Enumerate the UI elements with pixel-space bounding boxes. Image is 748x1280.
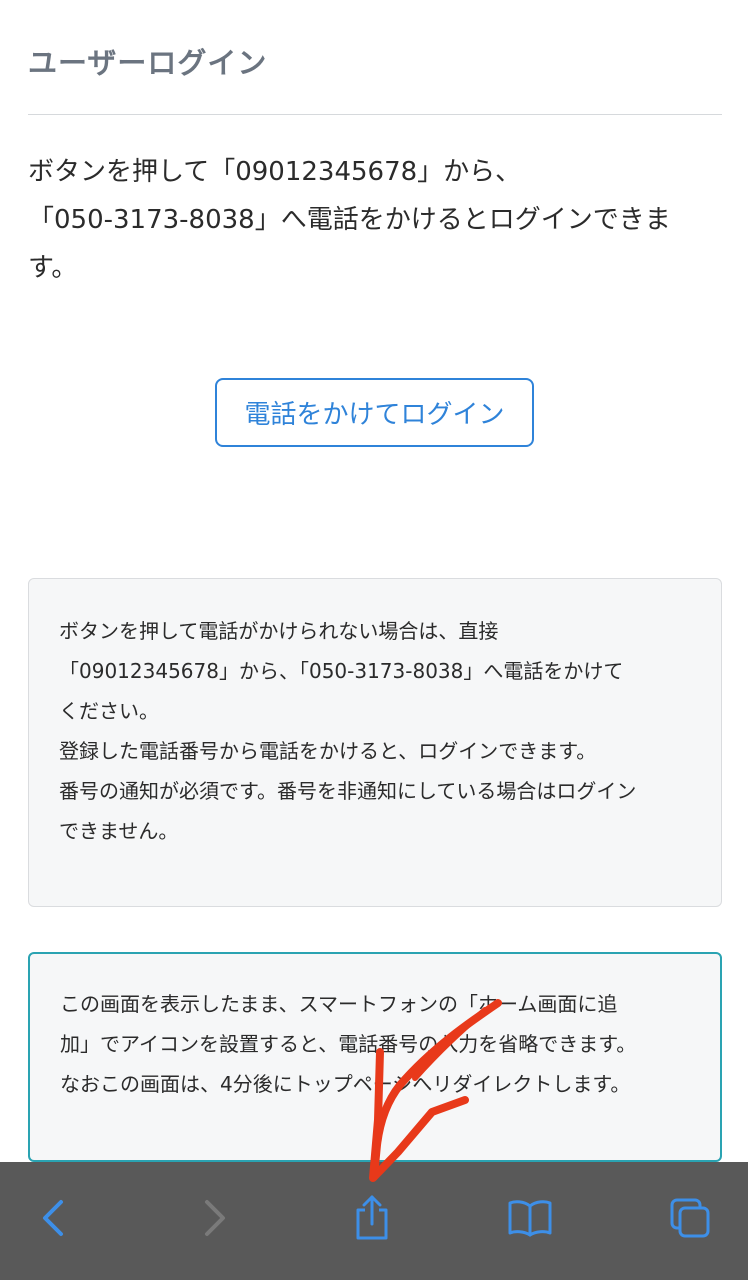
intro-line: す。 [28, 253, 78, 283]
intro-line: 「050-3173-8038」へ電話をかけるとログインできま [28, 205, 671, 235]
home-notice-line: なおこの画面は、4分後にトップページへリダイレクトします。 [60, 1072, 631, 1096]
home-screen-notice-box: この画面を表示したまま、スマートフォンの「ホーム画面に追 加」でアイコンを設置す… [28, 952, 722, 1162]
notice-line: 登録した電話番号から電話をかけると、ログインできます。 [59, 739, 597, 763]
back-button[interactable] [24, 1188, 84, 1248]
share-icon [356, 1195, 388, 1240]
notice-line: ください。 [59, 699, 159, 723]
tabs-button[interactable] [660, 1188, 720, 1248]
call-login-button[interactable]: 電話をかけてログイン [215, 378, 534, 447]
notice-line: できません。 [59, 819, 179, 843]
bookmarks-button[interactable] [500, 1188, 560, 1248]
browser-toolbar [0, 1162, 748, 1280]
notice-line: 「09012345678」から、「050-3173-8038」へ電話をかけて [59, 659, 624, 683]
forward-button[interactable] [184, 1188, 244, 1248]
tabs-icon [670, 1198, 710, 1238]
share-button[interactable] [342, 1188, 402, 1248]
notice-line: 番号の通知が必須です。番号を非通知にしている場合はログイン [59, 779, 637, 803]
intro-text: ボタンを押して「09012345678」から、 「050-3173-8038」へ… [28, 148, 718, 292]
home-notice-line: この画面を表示したまま、スマートフォンの「ホーム画面に追 [60, 992, 618, 1016]
home-notice-line: 加」でアイコンを設置すると、電話番号の入力を省略できます。 [60, 1032, 637, 1056]
fallback-notice-box: ボタンを押して電話がかけられない場合は、直接 「09012345678」から、「… [28, 578, 722, 907]
back-chevron-icon [43, 1200, 63, 1236]
notice-line: ボタンを押して電話がかけられない場合は、直接 [59, 619, 499, 643]
intro-line: ボタンを押して「09012345678」から、 [28, 157, 522, 187]
page-title: ユーザーログイン [28, 46, 268, 80]
bookmarks-icon [508, 1200, 552, 1237]
forward-chevron-icon [205, 1200, 225, 1236]
title-divider [28, 114, 722, 115]
